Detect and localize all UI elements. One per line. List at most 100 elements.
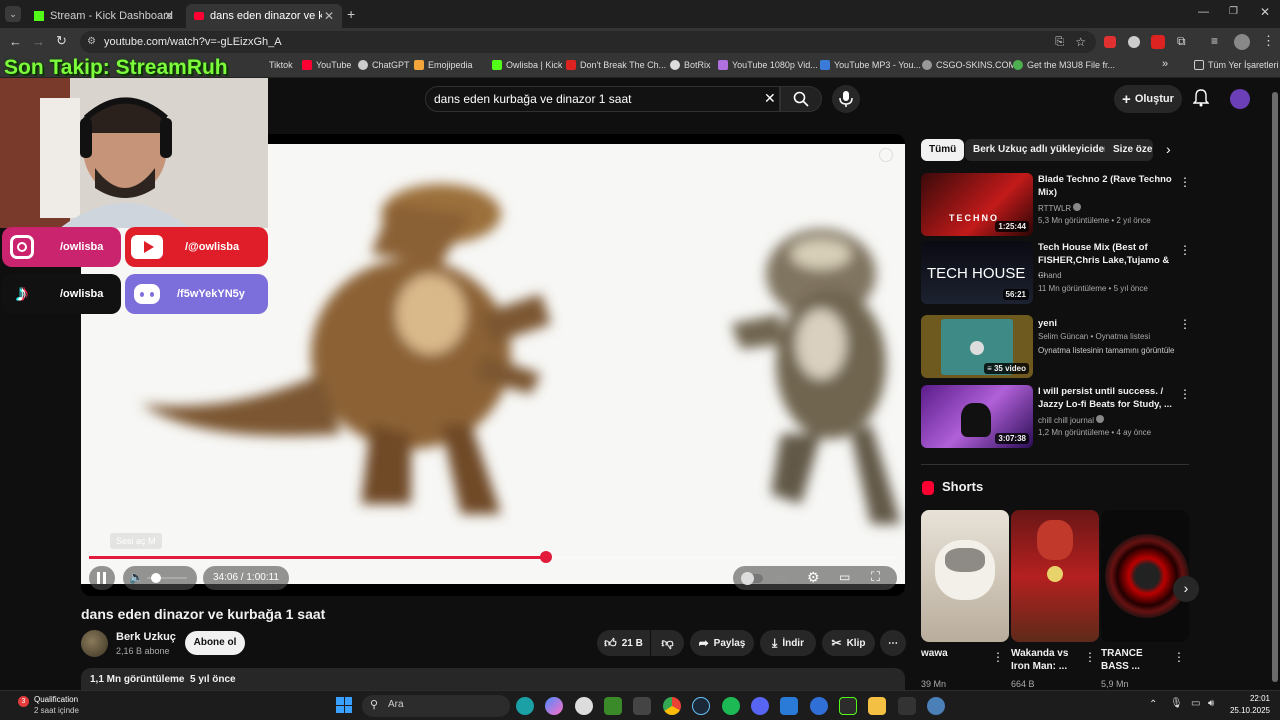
app-icon[interactable] [810, 697, 828, 715]
minecraft-icon[interactable] [604, 697, 622, 715]
reading-list-icon[interactable]: ≡ [1211, 34, 1218, 48]
reload-icon[interactable]: ↻ [56, 33, 67, 49]
new-tab-icon[interactable]: + [347, 6, 355, 22]
more-vertical-icon[interactable]: ⋮ [1179, 317, 1191, 331]
channel-avatar[interactable] [81, 630, 108, 657]
create-button[interactable]: + Oluştur [1114, 85, 1182, 113]
windows-start-icon[interactable] [336, 697, 352, 713]
bookmark-item[interactable]: ChatGPT [358, 60, 410, 70]
taskbar-notification[interactable]: 3 Qualification 2 saat içinde [12, 693, 82, 719]
progress-bar[interactable] [89, 551, 897, 563]
info-icon[interactable] [879, 148, 893, 162]
browser-menu-icon[interactable]: ⋮ [1262, 33, 1275, 49]
page-scrollbar[interactable] [1272, 92, 1278, 682]
subscribe-button[interactable]: Abone ol [185, 631, 245, 655]
volume-tray-icon[interactable]: 🔊︎ [1208, 698, 1214, 709]
search-input[interactable]: dans eden kurbağa ve dinazor 1 saat [425, 86, 780, 112]
voice-search-button[interactable] [832, 85, 860, 113]
bookmark-star-icon[interactable]: ☆ [1075, 31, 1086, 53]
bookmark-item[interactable]: Owlisba | Kick [492, 60, 562, 70]
search-button[interactable] [780, 86, 822, 112]
pause-button[interactable] [89, 566, 115, 590]
taskbar-search[interactable]: ⚲ Ara [362, 695, 510, 717]
minimize-icon[interactable]: — [1198, 6, 1209, 18]
chip-for-you[interactable]: Size özel [1105, 139, 1153, 161]
bookmark-item[interactable]: Don't Break The Ch... [566, 60, 666, 70]
terminal-icon[interactable] [898, 697, 916, 715]
recommendation-item[interactable]: TECHNO 1:25:44 Blade Techno 2 (Rave Tech… [921, 173, 1191, 237]
vscode-icon[interactable] [780, 697, 798, 715]
channel-name[interactable]: Berk Uzkuç [116, 631, 176, 643]
taskbar-clock[interactable]: 22:01 25.10.2025 [1226, 694, 1270, 715]
tab-youtube-video[interactable]: dans eden dinazor ve kurbağa ✕ [186, 4, 342, 28]
close-window-icon[interactable]: ✕ [1260, 5, 1270, 19]
extension-icon[interactable] [1104, 36, 1116, 48]
settings-gear-icon[interactable]: ⚙ [807, 569, 820, 586]
tray-overflow-icon[interactable]: ⌃ [1149, 699, 1157, 710]
recommendation-item[interactable]: TECH HOUSE 56:21 Tech House Mix (Best of… [921, 241, 1191, 305]
more-vertical-icon[interactable]: ⋮ [1084, 650, 1096, 664]
like-button[interactable]: 👍︎ 21 B [597, 630, 650, 656]
more-actions-button[interactable]: ⋯ [880, 630, 906, 656]
all-bookmarks[interactable]: Tüm Yer İşaretleri [1194, 60, 1279, 70]
bookmark-item[interactable]: YouTube MP3 - You... [820, 60, 921, 70]
download-button[interactable]: ⤓ İndir [760, 630, 816, 656]
short-thumbnail[interactable] [921, 510, 1009, 642]
profile-avatar[interactable] [1234, 34, 1250, 50]
bookmark-item[interactable]: Emojipedia [414, 60, 473, 70]
fullscreen-icon[interactable]: ⛶ [871, 569, 880, 585]
recommendation-item[interactable]: ≡ 35 video yeni Selim Güncan • Oynatma l… [921, 315, 1191, 379]
theater-mode-icon[interactable]: ▭ [839, 570, 850, 584]
bookmark-item[interactable]: Tiktok [269, 60, 293, 70]
more-vertical-icon[interactable]: ⋮ [992, 650, 1004, 664]
more-vertical-icon[interactable]: ⋮ [1179, 243, 1191, 257]
site-info-icon[interactable]: ⚙ [87, 31, 96, 53]
autoplay-toggle[interactable] [741, 572, 763, 585]
extensions-puzzle-icon[interactable]: ⧉ [1177, 34, 1186, 49]
discord-app-icon[interactable] [751, 697, 769, 715]
bookmark-item[interactable]: BotRix [670, 60, 711, 70]
chips-next-chevron-icon[interactable]: › [1166, 141, 1171, 157]
edge-icon[interactable] [516, 697, 534, 715]
bookmark-item[interactable]: YouTube [302, 60, 351, 70]
close-tab-icon[interactable]: ✕ [324, 9, 334, 23]
network-icon[interactable]: ▭ [1191, 698, 1200, 709]
more-vertical-icon[interactable]: ⋮ [1173, 650, 1185, 664]
clip-button[interactable]: ✂ Klip [822, 630, 875, 656]
bookmarks-overflow-icon[interactable]: » [1162, 58, 1168, 70]
extension-new-icon[interactable] [1151, 35, 1165, 49]
restore-icon[interactable]: ❐ [1229, 6, 1238, 17]
file-explorer-icon[interactable] [868, 697, 886, 715]
chip-all[interactable]: Tümü [921, 139, 965, 161]
chrome-icon[interactable] [663, 697, 681, 715]
spotify-icon[interactable] [722, 697, 740, 715]
shorts-next-chevron-icon[interactable]: › [1173, 576, 1199, 602]
app-icon[interactable] [927, 697, 945, 715]
share-button[interactable]: ➦ Paylaş [690, 630, 754, 656]
recommendation-item[interactable]: 3:07:38 I will persist until success. / … [921, 385, 1191, 449]
davinci-icon[interactable] [633, 697, 651, 715]
steam-icon[interactable] [692, 697, 710, 715]
short-thumbnail[interactable] [1011, 510, 1099, 642]
address-field[interactable]: ⚙ youtube.com/watch?v=-gLEizxGh_A ⎘ ☆ [80, 31, 1096, 53]
more-vertical-icon[interactable]: ⋮ [1179, 175, 1191, 189]
chip-from-uploader[interactable]: Berk Uzkuç adlı yükleyiciden [965, 139, 1119, 161]
short-thumbnail[interactable] [1101, 510, 1189, 642]
back-icon[interactable]: ← [9, 34, 22, 49]
terminal-green-icon[interactable] [839, 697, 857, 715]
subtitles-icon[interactable]: ▭ [777, 570, 788, 584]
forward-icon[interactable]: → [32, 34, 45, 49]
volume-slider[interactable] [147, 573, 187, 583]
bookmark-item[interactable]: Get the M3U8 File fr... [1013, 60, 1115, 70]
volume-icon[interactable]: 🔈 [129, 570, 144, 584]
close-tab-icon[interactable]: ✕ [164, 9, 174, 23]
account-avatar[interactable] [1230, 89, 1250, 109]
dislike-button[interactable]: 👎︎ [651, 630, 684, 656]
more-vertical-icon[interactable]: ⋮ [1179, 387, 1191, 401]
microphone-tray-icon[interactable]: 🎙︎ [1170, 698, 1183, 709]
copilot-icon[interactable] [545, 697, 563, 715]
bookmark-item[interactable]: YouTube 1080p Vid... [718, 60, 818, 70]
clear-search-icon[interactable]: ✕ [764, 90, 776, 107]
tab-list-chevron-icon[interactable]: ⌄ [5, 6, 21, 22]
tab-kick-dashboard[interactable]: Stream - Kick Dashboard ✕ [26, 4, 182, 28]
